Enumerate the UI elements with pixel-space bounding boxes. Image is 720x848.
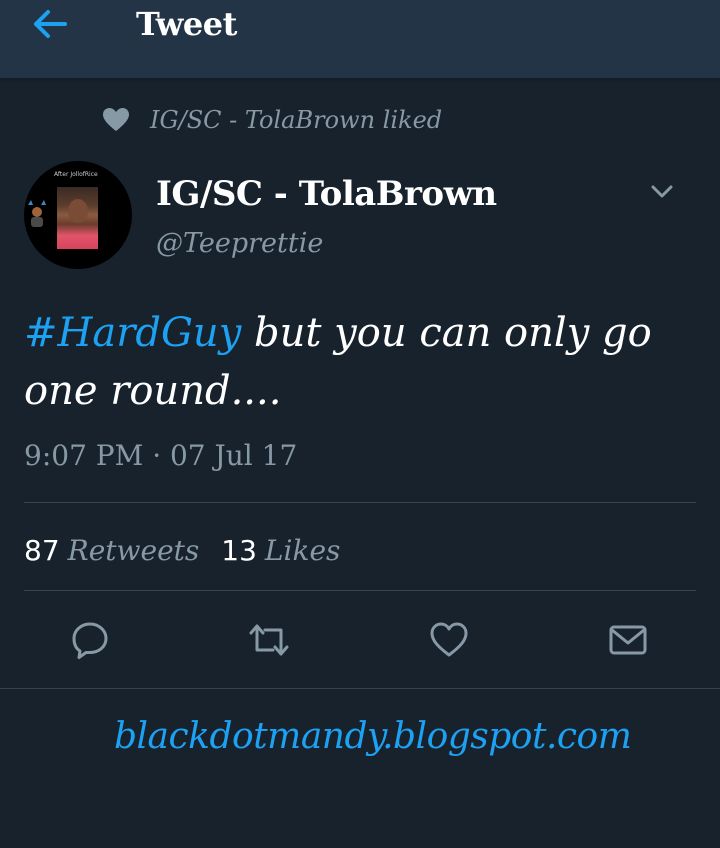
heart-icon <box>103 108 129 131</box>
tweet-stats: 87 Retweets 13 Likes <box>24 530 340 570</box>
likes-label[interactable]: Likes <box>265 534 340 567</box>
hashtag-link[interactable]: #HardGuy <box>24 310 241 356</box>
tweet-menu-button[interactable] <box>646 176 678 206</box>
direct-message-button[interactable] <box>606 618 650 662</box>
page-title: Tweet <box>136 5 237 43</box>
retweet-icon <box>249 624 289 656</box>
reply-icon <box>72 622 108 659</box>
author-display-name[interactable]: IG/SC - TolaBrown <box>156 172 497 216</box>
author-handle[interactable]: @Teeprettie <box>156 226 323 262</box>
heart-icon <box>430 622 468 657</box>
tweet-timestamp: 9:07 PM · 07 Jul 17 <box>24 439 298 472</box>
avatar[interactable]: After JollofRice <box>24 161 132 269</box>
chevron-down-icon <box>651 185 673 198</box>
social-context[interactable]: IG/SC - TolaBrown liked <box>102 104 442 136</box>
divider <box>0 688 720 689</box>
like-button[interactable] <box>427 618 471 662</box>
avatar-caption: After JollofRice <box>54 171 98 178</box>
retweets-count[interactable]: 87 <box>24 534 60 567</box>
arrow-left-icon <box>34 10 67 38</box>
emoji-icon <box>28 200 46 227</box>
back-button[interactable] <box>28 4 72 44</box>
likes-count[interactable]: 13 <box>221 534 257 567</box>
retweets-label[interactable]: Retweets <box>68 534 200 567</box>
envelope-icon <box>609 625 647 655</box>
watermark: blackdotmandy.blogspot.com <box>114 716 632 757</box>
divider <box>24 502 696 503</box>
reply-button[interactable] <box>68 618 112 662</box>
header-shadow <box>0 78 720 84</box>
tweet-text: #HardGuy but you can only go one round..… <box>24 304 694 420</box>
divider <box>24 590 696 591</box>
retweet-button[interactable] <box>247 618 291 662</box>
avatar-face <box>68 199 88 223</box>
social-context-text: IG/SC - TolaBrown liked <box>150 106 443 134</box>
top-app-bar: Tweet <box>0 0 720 78</box>
